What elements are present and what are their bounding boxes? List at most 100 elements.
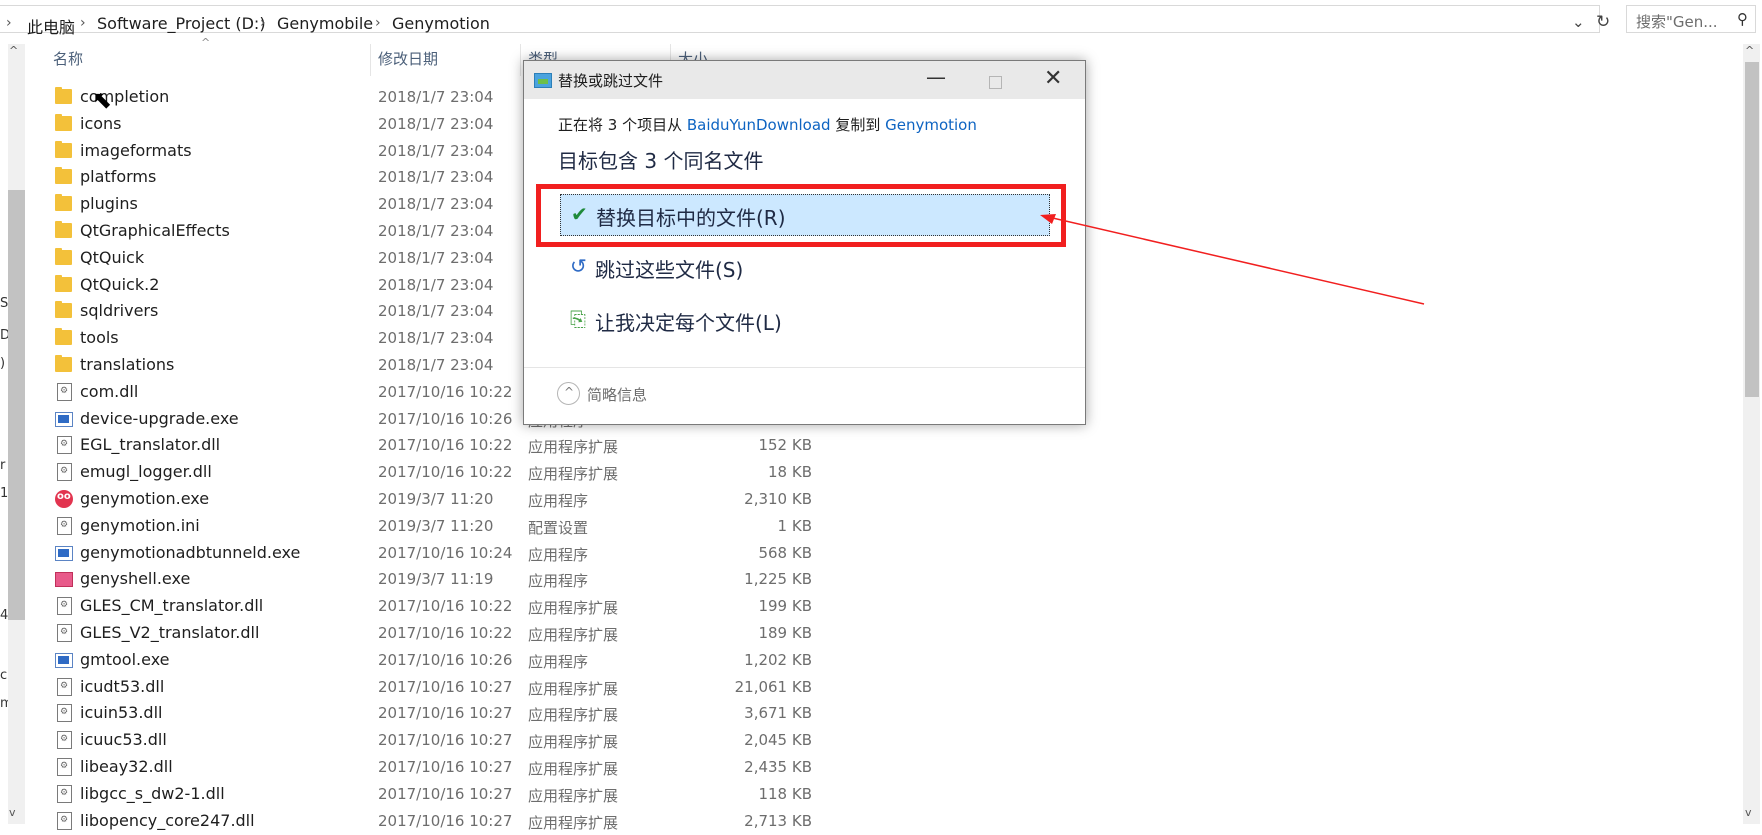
file-size: 1,202 KB [744, 650, 812, 669]
minimize-icon[interactable]: — [926, 65, 946, 89]
file-row[interactable]: GLES_V2_translator.dll 2017/10/16 10:22 应用… [50, 620, 812, 647]
file-name: translations [80, 355, 175, 374]
copy-description: 正在将 3 个项目从 BaiduYunDownload 复制到 Genymoti… [558, 114, 977, 135]
file-type: 应用程序扩展 [528, 599, 619, 618]
file-date: 2019/3/7 11:20 [378, 490, 494, 508]
file-name: device-upgrade.exe [80, 408, 239, 428]
dialog-titlebar[interactable]: 替换或跳过文件 — ✕ [524, 61, 1085, 99]
file-name: libgcc_s_dw2-1.dll [80, 783, 225, 803]
file-date: 2017/10/16 10:27 [378, 731, 513, 750]
file-row[interactable]: icuin53.dll 2017/10/16 10:27 应用程序扩展 3,671 K… [50, 700, 812, 727]
column-header-name[interactable]: 名称 [53, 48, 83, 76]
dialog-heading: 目标包含 3 个同名文件 [558, 149, 764, 173]
dll-icon [57, 597, 72, 616]
breadcrumb-item-this-pc[interactable]: 此电脑 [27, 14, 75, 38]
file-name: plugins [80, 194, 138, 214]
breadcrumb-separator-icon: › [80, 15, 86, 31]
file-type: 应用程序 [528, 572, 589, 591]
file-row[interactable]: gmtool.exe 2017/10/16 10:26 应用程序 1,202 KB [50, 647, 812, 674]
copy-files-icon [534, 73, 552, 88]
breadcrumb-item-genymobile[interactable]: Genymobile [277, 14, 373, 33]
nav-scrollbar-thumb[interactable] [8, 190, 25, 620]
folder-icon [55, 140, 72, 158]
file-name: QtQuick [80, 247, 145, 267]
dll-icon [57, 704, 72, 723]
scroll-down-icon[interactable]: v [1745, 806, 1752, 819]
file-name: genymotion.exe [80, 489, 210, 508]
column-divider[interactable] [520, 44, 521, 76]
file-date: 2017/10/16 10:22 [378, 463, 513, 482]
file-date: 2018/1/7 23:04 [378, 195, 494, 214]
folder-icon [55, 274, 72, 292]
breadcrumb-chevron-icon[interactable]: › [6, 15, 12, 31]
file-date: 2018/1/7 23:04 [378, 356, 494, 374]
copy-description-middle: 复制到 [830, 116, 886, 134]
file-size: 1,225 KB [744, 570, 812, 589]
file-type: 应用程序扩展 [528, 626, 619, 644]
file-date: 2017/10/16 10:27 [378, 677, 513, 696]
file-date: 2017/10/16 10:22 [378, 624, 513, 642]
breadcrumb-item-genymotion[interactable]: Genymotion [392, 14, 490, 33]
file-row[interactable]: genymotion.exe 2019/3/7 11:20 应用程序 2,310 KB [50, 486, 812, 513]
dll-icon [57, 758, 72, 776]
folder-icon [55, 221, 72, 238]
folder-icon [55, 355, 72, 372]
breadcrumb[interactable]: › 此电脑 › Software_Project (D:) › Genymobi… [0, 5, 1610, 37]
file-type: 应用程序扩展 [528, 760, 619, 778]
genyshell-icon [55, 572, 73, 588]
search-input[interactable]: 搜索"Gen... ⚲ [1626, 5, 1756, 33]
search-icon[interactable]: ⚲ [1737, 10, 1748, 28]
folder-icon [55, 301, 72, 319]
file-date: 2017/10/16 10:27 [378, 811, 513, 830]
refresh-icon[interactable]: ↻ [1596, 12, 1610, 32]
column-divider[interactable] [370, 44, 371, 76]
file-name: GLES_V2_translator.dll [80, 623, 260, 642]
decide-each-file-option[interactable]: ⎘ 让我决定每个文件(L) [560, 300, 1050, 342]
scroll-down-icon[interactable]: v [9, 806, 16, 819]
scroll-up-icon[interactable]: ^ [1745, 44, 1754, 57]
file-size: 199 KB [758, 597, 812, 616]
file-row[interactable]: genymotionadbtunneld.exe 2017/10/16 10:24… [50, 540, 812, 567]
close-icon[interactable]: ✕ [1044, 66, 1062, 91]
file-name: libeay32.dll [80, 757, 173, 776]
file-row[interactable]: libgcc_s_dw2-1.dll 2017/10/16 10:27 应用程序扩展… [50, 781, 812, 808]
file-date: 2017/10/16 10:27 [378, 784, 513, 803]
history-dropdown-icon[interactable]: ⌄ [1572, 13, 1585, 31]
dll-icon [57, 624, 72, 642]
file-date: 2018/1/7 23:04 [378, 302, 494, 321]
file-name: genymotionadbtunneld.exe [80, 542, 301, 562]
skip-files-option[interactable]: ↺ 跳过这些文件(S) [560, 247, 1050, 289]
file-date: 2019/3/7 11:20 [378, 516, 494, 535]
file-row[interactable]: genymotion.ini 2019/3/7 11:20 配置设置 1 KB [50, 513, 812, 540]
file-row[interactable]: EGL_translator.dll 2017/10/16 10:22 应用程序扩展… [50, 432, 812, 459]
file-row[interactable]: icudt53.dll 2017/10/16 10:27 应用程序扩展 21,061 … [50, 674, 812, 701]
file-size: 2,310 KB [744, 490, 812, 508]
file-row[interactable]: emugl_logger.dll 2017/10/16 10:22 应用程序扩展 18… [50, 459, 812, 486]
exe-icon [55, 545, 73, 561]
file-date: 2018/1/7 23:04 [378, 222, 494, 240]
annotation-arrow-icon [1040, 214, 1425, 305]
option-label: 让我决定每个文件(L) [595, 311, 782, 335]
file-row[interactable]: libeay32.dll 2017/10/16 10:27 应用程序扩展 2,435 … [50, 754, 812, 781]
scroll-up-icon[interactable]: ^ [9, 44, 18, 57]
file-name: gmtool.exe [80, 649, 170, 669]
nav-fragment: r [0, 458, 6, 473]
file-name: platforms [80, 167, 157, 187]
dll-icon [57, 463, 72, 482]
source-folder-link[interactable]: BaiduYunDownload [687, 116, 831, 134]
destination-folder-link[interactable]: Genymotion [885, 116, 977, 134]
file-date: 2017/10/16 10:26 [378, 409, 513, 428]
file-size: 2,435 KB [744, 758, 812, 776]
exe-icon [55, 411, 73, 427]
fewer-details-link[interactable]: 简略信息 [587, 384, 647, 405]
file-date: 2019/3/7 11:19 [378, 570, 494, 589]
column-header-date[interactable]: 修改日期 [378, 48, 438, 76]
file-row[interactable]: GLES_CM_translator.dll 2017/10/16 10:22 应用… [50, 593, 812, 620]
option-label: 跳过这些文件(S) [595, 258, 744, 282]
breadcrumb-item-drive[interactable]: Software_Project (D:) [97, 14, 266, 33]
file-row[interactable]: icuuc53.dll 2017/10/16 10:27 应用程序扩展 2,045 K… [50, 727, 812, 754]
file-list-scrollbar-thumb[interactable] [1745, 62, 1759, 397]
collapse-details-icon[interactable] [557, 382, 580, 405]
file-row[interactable]: genyshell.exe 2019/3/7 11:19 应用程序 1,225 KB [50, 566, 812, 593]
dll-icon [57, 811, 72, 830]
